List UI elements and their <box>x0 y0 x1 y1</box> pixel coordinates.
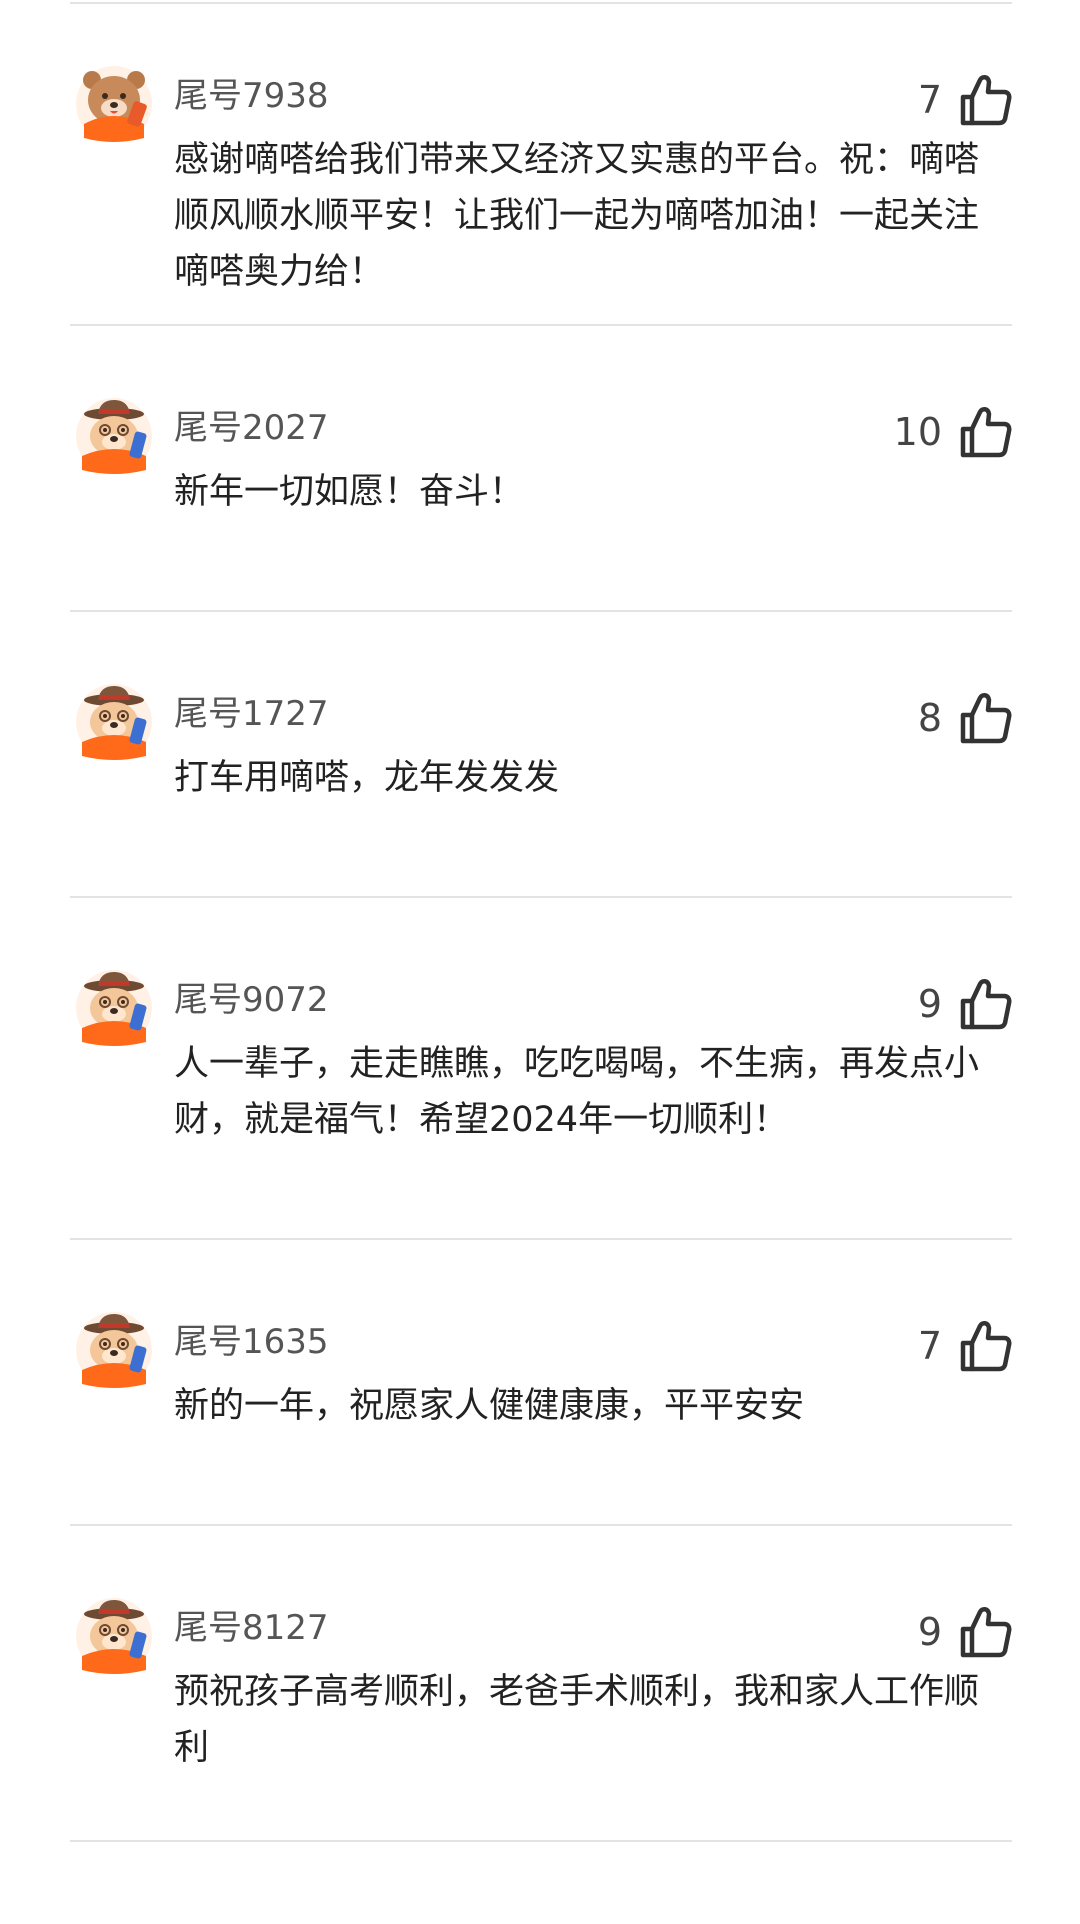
divider <box>70 1840 1012 1842</box>
like-count: 7 <box>917 78 942 122</box>
comment-text: 新的一年，祝愿家人健健康康，平平安安 <box>174 1386 805 1426</box>
comment-username[interactable]: 尾号1727 <box>174 694 329 734</box>
comment-item: 尾号7938 7 感谢嘀嗒给我们带来又经济又实惠的平台。祝：嘀嗒顺风顺水顺平安！… <box>70 4 1012 324</box>
thumbs-up-icon[interactable] <box>958 977 1012 1031</box>
comment-text: 预祝孩子高考顺利，老爸手术顺利，我和家人工作顺利 <box>174 1672 980 1768</box>
like-count: 10 <box>893 410 942 454</box>
comment-feed: 尾号7938 7 感谢嘀嗒给我们带来又经济又实惠的平台。祝：嘀嗒顺风顺水顺平安！… <box>70 0 1012 1842</box>
thumbs-up-icon[interactable] <box>958 1605 1012 1659</box>
comment-item: 尾号2027 10 新年一切如愿！奋斗！ <box>70 326 1012 610</box>
thumbs-up-icon[interactable] <box>958 691 1012 745</box>
comment-item: 尾号9072 9 人一辈子，走走瞧瞧，吃吃喝喝，不生病，再发点小财，就是福气！希… <box>70 898 1012 1238</box>
comment-username[interactable]: 尾号2027 <box>174 408 329 448</box>
comment-username[interactable]: 尾号7938 <box>174 76 329 116</box>
comment-item: 尾号1727 8 打车用嘀嗒，龙年发发发 <box>70 612 1012 896</box>
like-count: 9 <box>917 1610 942 1654</box>
comment-username[interactable]: 尾号1635 <box>174 1322 329 1362</box>
like-count: 8 <box>917 696 942 740</box>
thumbs-up-icon[interactable] <box>958 1319 1012 1373</box>
like-button[interactable]: 8 <box>918 688 1012 748</box>
comment-item: 尾号1635 7 新的一年，祝愿家人健健康康，平平安安 <box>70 1240 1012 1524</box>
like-button[interactable]: 9 <box>918 974 1012 1034</box>
bear-hat-2024-avatar-icon[interactable] <box>74 682 154 762</box>
like-button[interactable]: 7 <box>918 70 1012 130</box>
like-button[interactable]: 7 <box>918 1316 1012 1376</box>
bear-hat-2024-avatar-icon[interactable] <box>74 968 154 1048</box>
bear-2024-avatar-icon[interactable] <box>74 64 154 144</box>
comment-text: 感谢嘀嗒给我们带来又经济又实惠的平台。祝：嘀嗒顺风顺水顺平安！让我们一起为嘀嗒加… <box>174 140 980 292</box>
comment-username[interactable]: 尾号9072 <box>174 980 329 1020</box>
bear-hat-2024-avatar-icon[interactable] <box>74 1596 154 1676</box>
comment-item: 尾号8127 9 预祝孩子高考顺利，老爸手术顺利，我和家人工作顺利 <box>70 1526 1012 1840</box>
comment-username[interactable]: 尾号8127 <box>174 1608 329 1648</box>
comment-text: 人一辈子，走走瞧瞧，吃吃喝喝，不生病，再发点小财，就是福气！希望2024年一切顺… <box>174 1044 980 1140</box>
like-button[interactable]: 9 <box>918 1602 1012 1662</box>
like-count: 7 <box>917 1324 942 1368</box>
thumbs-up-icon[interactable] <box>958 73 1012 127</box>
thumbs-up-icon[interactable] <box>958 405 1012 459</box>
comment-text: 新年一切如愿！奋斗！ <box>174 472 525 512</box>
bear-hat-2024-avatar-icon[interactable] <box>74 1310 154 1390</box>
bear-hat-2024-avatar-icon[interactable] <box>74 396 154 476</box>
like-count: 9 <box>917 982 942 1026</box>
like-button[interactable]: 10 <box>894 402 1012 462</box>
comment-text: 打车用嘀嗒，龙年发发发 <box>174 758 560 798</box>
